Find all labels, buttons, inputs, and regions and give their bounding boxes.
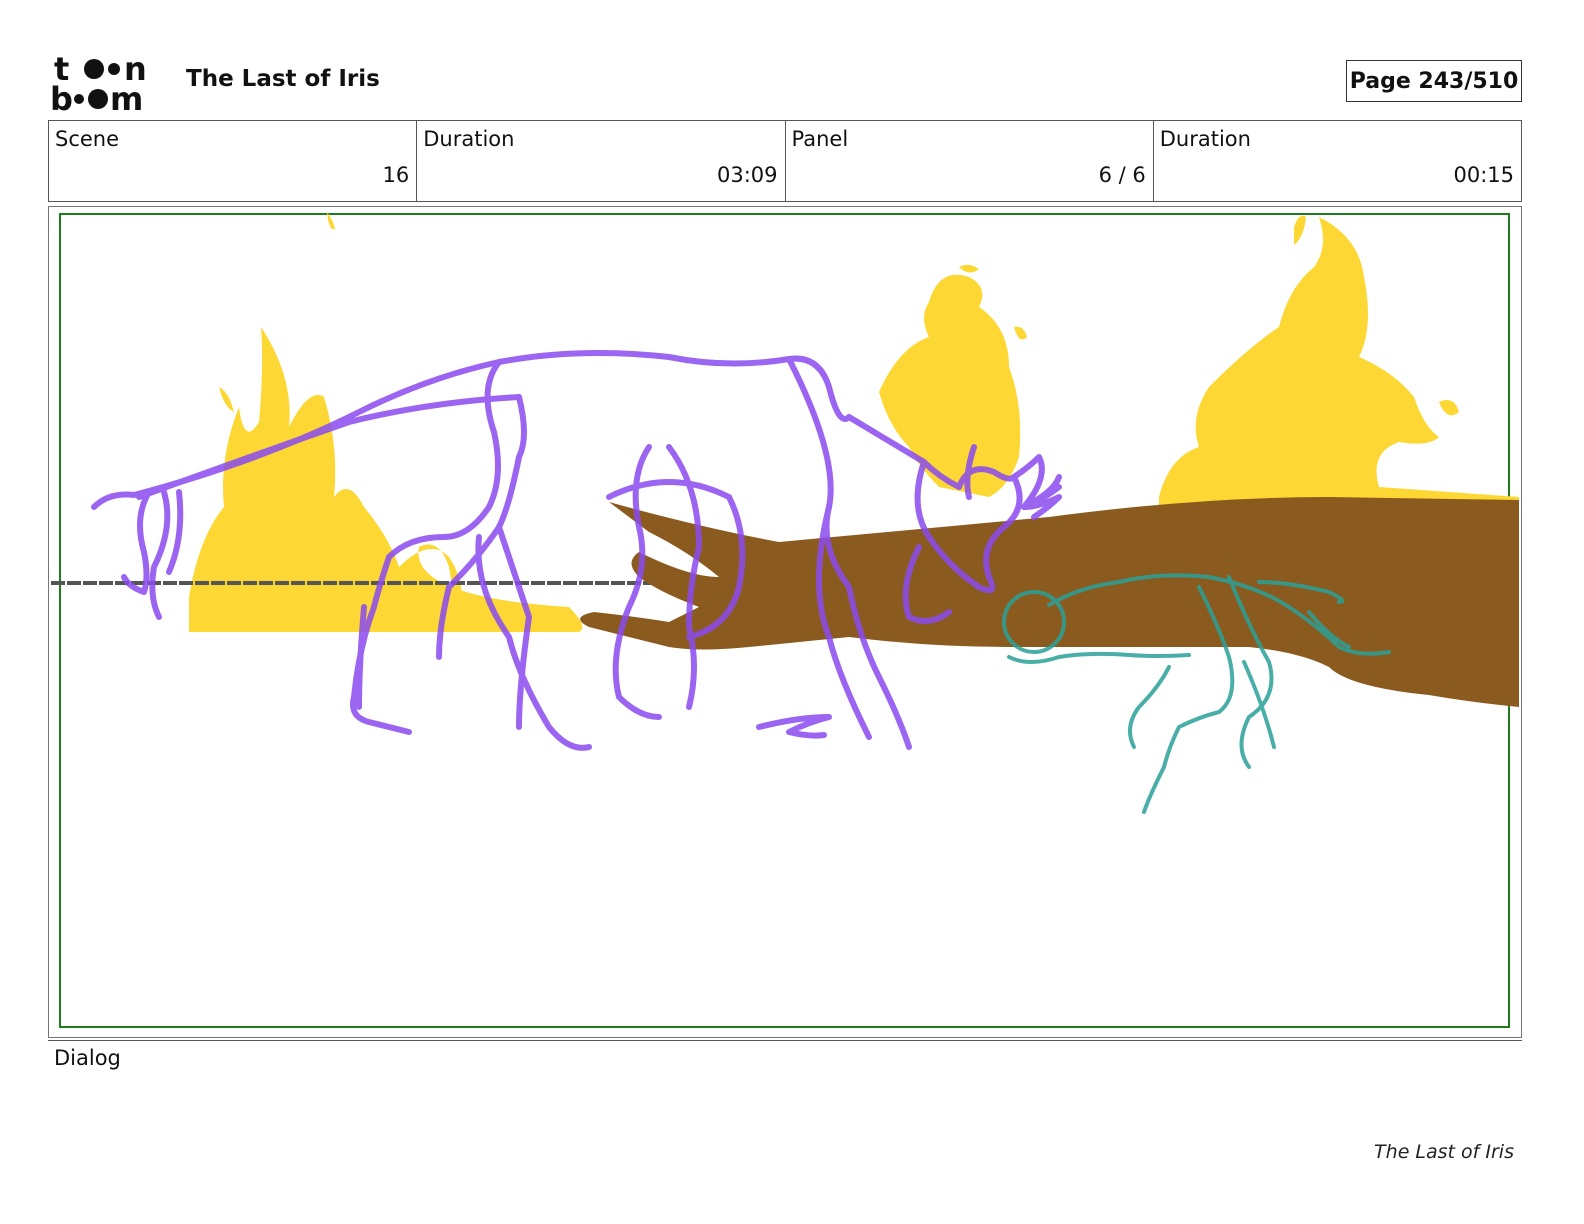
footer-title: The Last of Iris [1374, 1141, 1514, 1163]
panel-label: Panel [791, 127, 849, 151]
panel-value: 6 / 6 [1098, 163, 1146, 187]
scene-duration-label: Duration [423, 127, 515, 151]
dialog-label: Dialog [54, 1046, 121, 1070]
panel-cell: Panel 6 / 6 [786, 121, 1154, 201]
page-number: Page 243/510 [1349, 68, 1519, 94]
panel-duration-cell: Duration 00:15 [1154, 121, 1521, 201]
panel-drawing [51, 212, 1519, 1028]
scene-value: 16 [382, 163, 410, 187]
page-indicator: Page 243/510 [1346, 60, 1522, 102]
scene-duration-value: 03:09 [716, 163, 778, 187]
branch [580, 497, 1519, 707]
scene-info-table: Scene 16 Duration 03:09 Panel 6 / 6 Dura… [48, 120, 1522, 202]
scene-cell: Scene 16 [49, 121, 418, 201]
panel-duration-label: Duration [1159, 127, 1251, 151]
storyboard-panel [48, 206, 1522, 1038]
scene-duration-cell: Duration 03:09 [417, 121, 786, 201]
scene-label: Scene [55, 127, 120, 151]
toon-boom-logo: t n b m [50, 50, 170, 118]
dialog-divider [48, 1040, 1522, 1041]
svg-text:b: b [50, 80, 73, 116]
panel-duration-value: 00:15 [1453, 163, 1514, 187]
svg-text:m: m [110, 80, 143, 116]
document-title: The Last of Iris [186, 66, 380, 92]
